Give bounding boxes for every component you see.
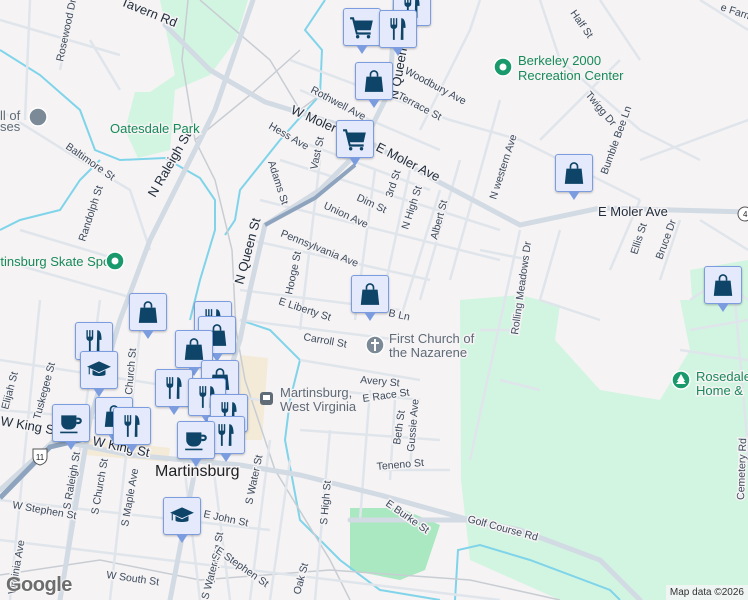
svg-text:4: 4 (743, 210, 748, 219)
marker-cafe[interactable] (52, 404, 90, 450)
street-label: Avery St (360, 374, 400, 389)
street-label: Carroll St (302, 331, 347, 350)
street-label: N High St (399, 184, 424, 231)
route-4-shield: 4 (737, 206, 748, 222)
street-label: Randolph St (76, 184, 105, 243)
street-label: S Church St (89, 458, 111, 516)
museum-icon (28, 107, 48, 127)
shopping-bag-icon (357, 281, 383, 307)
shopping-bag-icon (135, 299, 161, 325)
street-label: Hooge St (283, 250, 304, 295)
street-label: Half St (568, 8, 596, 41)
shopping-bag-icon (710, 272, 736, 298)
shopping-cart-icon (349, 14, 375, 40)
street-label: W King St (0, 413, 59, 438)
shopping-cart-icon (342, 126, 368, 152)
svg-text:the Nazarene: the Nazarene (389, 345, 467, 360)
graduation-cap-icon (169, 503, 195, 529)
marker-cafe[interactable] (177, 421, 215, 467)
poi-oatesdale-park[interactable]: Oatesdale Park (109, 120, 202, 138)
coffee-cup-icon (58, 410, 84, 436)
shopping-bag-icon (361, 68, 387, 94)
coffee-cup-icon (183, 427, 209, 453)
street-label: E Race St (362, 386, 411, 404)
marker-restaurant[interactable] (379, 10, 417, 56)
svg-text:Berkeley 2000: Berkeley 2000 (518, 53, 601, 68)
marker-shopping[interactable] (704, 266, 742, 312)
marker-shopping[interactable] (129, 293, 167, 339)
route-11-shield: 11 (32, 448, 48, 466)
street-label: Church St (123, 348, 139, 396)
fork-knife-icon (119, 413, 145, 439)
fork-knife-icon (385, 16, 411, 42)
svg-text:ses: ses (0, 119, 21, 134)
marker-school[interactable] (80, 351, 118, 397)
fork-knife-icon (161, 375, 187, 401)
fork-knife-icon (213, 422, 239, 448)
svg-text:Martinsburg,: Martinsburg, (280, 385, 352, 400)
shopping-bag-icon (181, 336, 207, 362)
marker-shopping[interactable] (555, 154, 593, 200)
map-attribution[interactable]: Map data ©2026 (665, 585, 748, 600)
svg-text:Recreation Center: Recreation Center (518, 68, 624, 83)
svg-text:First Church of: First Church of (389, 331, 475, 346)
street-label: Vast St (308, 136, 327, 171)
marker-shopping[interactable] (351, 275, 389, 321)
svg-text:Home &: Home & (696, 383, 743, 398)
street-label: Ellis St (628, 222, 649, 256)
svg-text:Martinsburg Skate Spot: Martinsburg Skate Spot (0, 254, 114, 269)
marker-grocery[interactable] (336, 120, 374, 166)
poi-first-church-nazarene[interactable]: First Church of the Nazarene (365, 330, 476, 362)
svg-text:Rosedale: Rosedale (696, 369, 748, 384)
street-label: Baltimore St (63, 141, 117, 184)
street-label: Bruce Dr (654, 218, 680, 262)
poi-skate-spot[interactable]: Martinsburg Skate Spot (0, 251, 125, 271)
marker-school[interactable] (163, 497, 201, 543)
street-label: Oak St (291, 562, 311, 596)
street-label: Cemetery Rd (735, 438, 748, 500)
google-logo: Google (6, 574, 72, 596)
street-label: Gussie Ave (405, 398, 422, 452)
route-number: 11 (36, 453, 45, 462)
street-label: E Moler Ave (598, 204, 668, 219)
marker-restaurant[interactable] (113, 407, 151, 453)
poi-berkeley-recreation[interactable]: Berkeley 2000 Recreation Center (493, 52, 626, 85)
street-label: N western Ave (487, 133, 519, 201)
marker-grocery[interactable] (343, 8, 381, 54)
marker-shopping[interactable] (355, 62, 393, 108)
svg-text:West Virginia: West Virginia (280, 399, 357, 414)
street-label: W South St (106, 569, 160, 588)
shopping-bag-icon (561, 160, 587, 186)
graduation-cap-icon (86, 357, 112, 383)
street-label: S High St (318, 480, 334, 525)
street-label: Adams St (265, 159, 291, 206)
poi-hall[interactable]: ll of ses (0, 107, 48, 136)
street-label: Elijah St (0, 370, 21, 410)
poi-martinsburg-station[interactable]: Martinsburg, West Virginia (260, 384, 358, 416)
street-label: B Ln (387, 307, 411, 323)
street-label: Rosewood Dr (54, 0, 79, 63)
svg-text:Oatesdale Park: Oatesdale Park (110, 121, 200, 136)
